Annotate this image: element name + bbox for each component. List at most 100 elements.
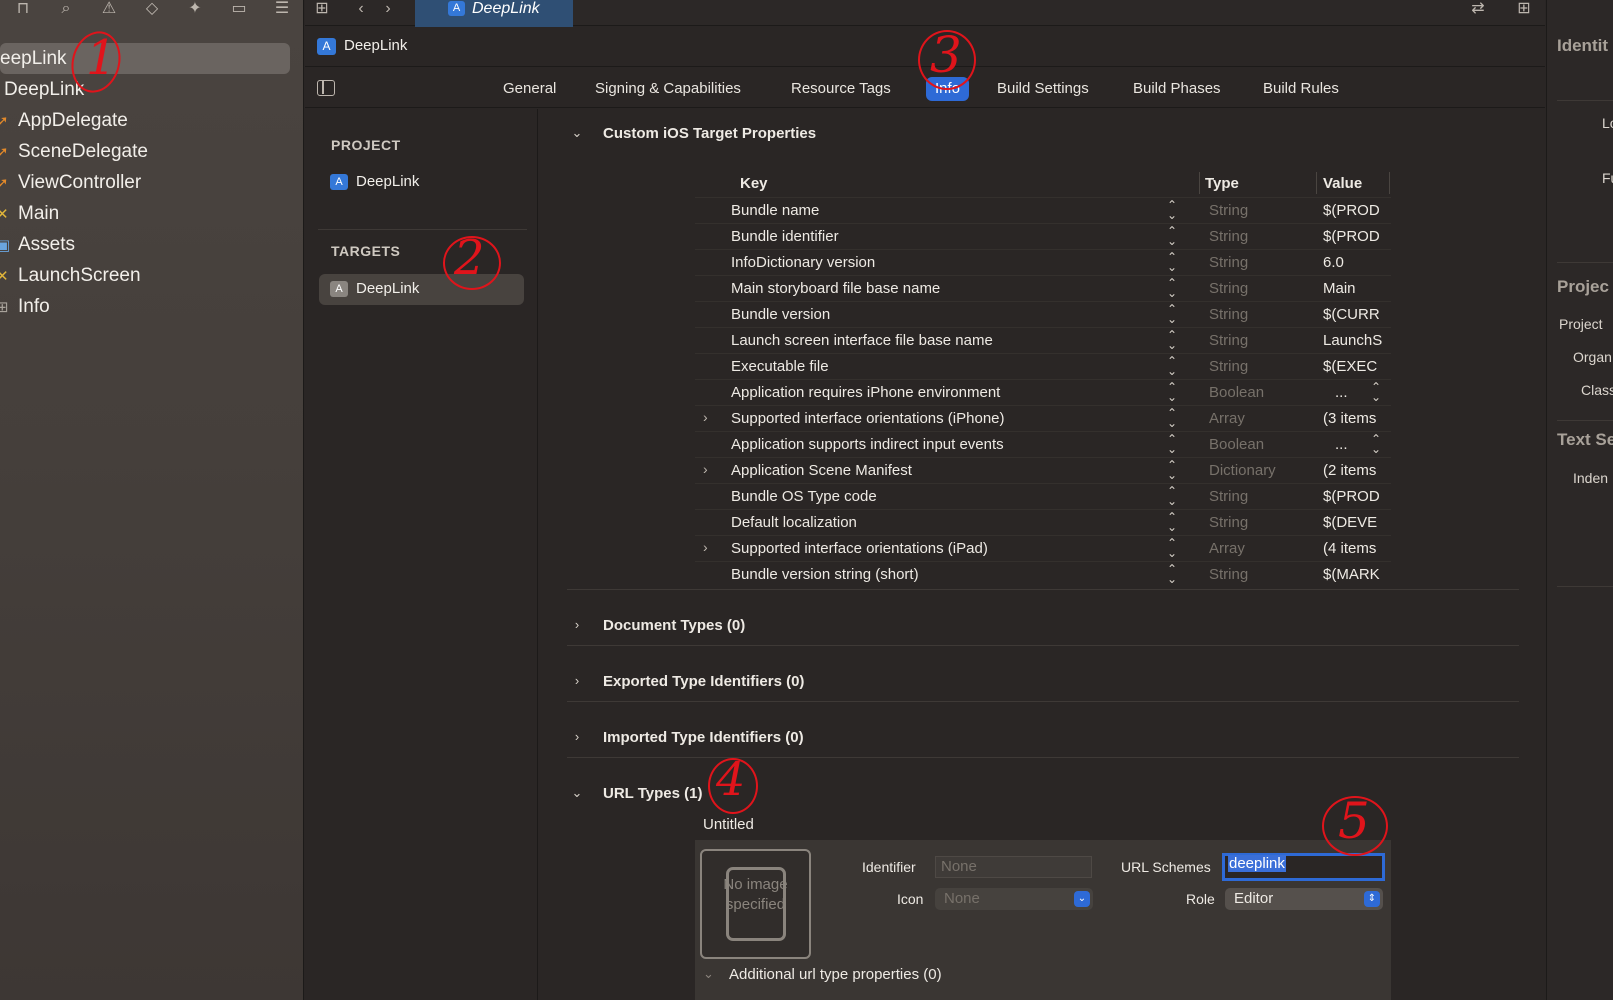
navigator-file-info[interactable]: ⊞ Info [0, 292, 50, 322]
stepper-icon[interactable]: ⌃ ⌄ [1166, 433, 1178, 455]
row-value[interactable]: $(CURR [1323, 306, 1391, 323]
table-row[interactable]: Bundle version ⌃ ⌄ String $(CURR [695, 301, 1391, 327]
column-header-value[interactable]: Value [1323, 175, 1362, 192]
role-popup[interactable]: Editor ⇕ [1225, 888, 1383, 910]
navigator-file-main[interactable]: ✕ Main [0, 199, 59, 229]
navigator-file-viewcontroller[interactable]: ➚ ViewController [0, 168, 141, 198]
table-row[interactable]: Executable file ⌃ ⌄ String $(EXEC [695, 353, 1391, 379]
hierarchy-icon[interactable]: ⊓ [12, 0, 34, 20]
chevron-right-icon[interactable]: › [570, 617, 584, 632]
table-row[interactable]: Main storyboard file base name ⌃ ⌄ String… [695, 275, 1391, 301]
row-value[interactable]: $(DEVE [1323, 514, 1391, 531]
report-icon[interactable]: ☰ [271, 0, 293, 20]
stepper-icon[interactable]: ⌃ ⌄ [1166, 511, 1178, 533]
navigator-project-root[interactable]: eepLink [0, 44, 67, 74]
row-value[interactable]: $(MARK [1323, 566, 1391, 583]
add-editor-icon[interactable]: ⊞ [1513, 0, 1535, 20]
row-value[interactable]: (4 items [1323, 540, 1391, 557]
icon-popup[interactable]: None ⌄ [935, 888, 1093, 910]
stepper-icon[interactable]: ⌃ ⌄ [1166, 277, 1178, 299]
column-header-key[interactable]: Key [740, 175, 768, 192]
table-row[interactable]: › Application Scene Manifest ⌃ ⌄ Dictiona… [695, 457, 1391, 483]
chevron-right-icon[interactable]: › [703, 409, 708, 425]
row-value[interactable]: LaunchS [1323, 332, 1391, 349]
swap-icon[interactable]: ⇄ [1467, 0, 1489, 20]
test-icon[interactable]: ◇ [141, 0, 163, 20]
debug-icon[interactable]: ✦ [184, 0, 206, 20]
row-value[interactable]: ... [1335, 384, 1365, 401]
table-row[interactable]: › Supported interface orientations (iPho… [695, 405, 1391, 431]
stepper-icon[interactable]: ⌃ ⌄ [1166, 563, 1178, 585]
table-row[interactable]: Application requires iPhone environment … [695, 379, 1391, 405]
custom-props-title[interactable]: Custom iOS Target Properties [603, 125, 816, 142]
forward-icon[interactable]: › [377, 0, 399, 20]
table-row[interactable]: InfoDictionary version ⌃ ⌄ String 6.0 [695, 249, 1391, 275]
stepper-icon[interactable]: ⌃ ⌄ [1166, 407, 1178, 429]
stepper-icon[interactable]: ⌃ ⌄ [1166, 459, 1178, 481]
identifier-field[interactable]: None [935, 856, 1092, 878]
navigator-file-assets[interactable]: ▣ Assets [0, 230, 75, 260]
navigator-file-scenedelegate[interactable]: ➚ SceneDelegate [0, 137, 148, 167]
url-types-title[interactable]: URL Types (1) [603, 785, 702, 802]
stepper-icon[interactable]: ⌃ ⌄ [1166, 303, 1178, 325]
navigator-file-appdelegate[interactable]: ➚ AppDelegate [0, 106, 128, 136]
stepper-icon[interactable]: ⌃ ⌄ [1166, 355, 1178, 377]
breakpoint-icon[interactable]: ▭ [228, 0, 250, 20]
grid-icon[interactable]: ⊞ [311, 0, 333, 20]
table-row[interactable]: Launch screen interface file base name ⌃… [695, 327, 1391, 353]
exported-types-title[interactable]: Exported Type Identifiers (0) [603, 673, 804, 690]
table-row[interactable]: Bundle name ⌃ ⌄ String $(PROD [695, 197, 1391, 223]
chevron-down-icon[interactable]: ⌄ [570, 785, 584, 801]
row-value[interactable]: (3 items [1323, 410, 1391, 427]
tab-general[interactable]: General [503, 77, 556, 101]
warning-icon[interactable]: ⚠ [98, 0, 120, 20]
row-value[interactable]: $(PROD [1323, 228, 1391, 245]
editor-tab-deeplink[interactable]: A DeepLink [415, 0, 573, 27]
chevron-right-icon[interactable]: › [703, 461, 708, 477]
stepper-icon[interactable]: ⌃ ⌄ [1166, 329, 1178, 351]
chevron-right-icon[interactable]: › [570, 673, 584, 688]
url-type-image-well[interactable]: No image specified [700, 849, 811, 959]
chevron-down-icon[interactable]: ⌄ [570, 125, 584, 141]
table-row[interactable]: Bundle OS Type code ⌃ ⌄ String $(PROD [695, 483, 1391, 509]
table-row[interactable]: › Supported interface orientations (iPad… [695, 535, 1391, 561]
row-value[interactable]: $(EXEC [1323, 358, 1391, 375]
tab-build-rules[interactable]: Build Rules [1263, 77, 1339, 101]
jump-bar-label[interactable]: DeepLink [344, 37, 407, 54]
row-value[interactable]: 6.0 [1323, 254, 1391, 271]
column-header-type[interactable]: Type [1205, 175, 1239, 192]
chevron-down-icon[interactable]: ⌄ [703, 966, 714, 982]
stepper-icon[interactable]: ⌃ ⌄ [1166, 381, 1178, 403]
row-value[interactable]: ... [1335, 436, 1365, 453]
row-value[interactable]: $(PROD [1323, 488, 1391, 505]
stepper-icon[interactable]: ⌃ ⌄ [1370, 433, 1382, 455]
row-value[interactable]: $(PROD [1323, 202, 1391, 219]
table-row[interactable]: Application supports indirect input even… [695, 431, 1391, 457]
url-schemes-field[interactable]: deeplink [1222, 853, 1385, 881]
tab-build-settings[interactable]: Build Settings [997, 77, 1089, 101]
navigator-group-deeplink[interactable]: DeepLink [4, 75, 84, 105]
tab-resource-tags[interactable]: Resource Tags [791, 77, 891, 101]
project-item[interactable]: A DeepLink [319, 167, 524, 198]
stepper-icon[interactable]: ⌃ ⌄ [1166, 251, 1178, 273]
imported-types-title[interactable]: Imported Type Identifiers (0) [603, 729, 804, 746]
stepper-icon[interactable]: ⌃ ⌄ [1166, 537, 1178, 559]
row-value[interactable]: Main [1323, 280, 1391, 297]
search-icon[interactable]: ⌕ [55, 0, 77, 20]
sidebar-toggle-icon[interactable] [317, 80, 335, 96]
additional-properties-label[interactable]: Additional url type properties (0) [729, 966, 942, 983]
chevron-right-icon[interactable]: › [570, 729, 584, 744]
document-types-title[interactable]: Document Types (0) [603, 617, 745, 634]
chevron-right-icon[interactable]: › [703, 539, 708, 555]
stepper-icon[interactable]: ⌃ ⌄ [1166, 225, 1178, 247]
table-row[interactable]: Bundle version string (short) ⌃ ⌄ String … [695, 561, 1391, 587]
back-icon[interactable]: ‹ [350, 0, 372, 20]
stepper-icon[interactable]: ⌃ ⌄ [1166, 199, 1178, 221]
tab-build-phases[interactable]: Build Phases [1133, 77, 1221, 101]
navigator-file-launchscreen[interactable]: ✕ LaunchScreen [0, 261, 141, 291]
stepper-icon[interactable]: ⌃ ⌄ [1370, 381, 1382, 403]
tab-signing-capabilities[interactable]: Signing & Capabilities [595, 77, 741, 101]
stepper-icon[interactable]: ⌃ ⌄ [1166, 485, 1178, 507]
table-row[interactable]: Bundle identifier ⌃ ⌄ String $(PROD [695, 223, 1391, 249]
row-value[interactable]: (2 items [1323, 462, 1391, 479]
